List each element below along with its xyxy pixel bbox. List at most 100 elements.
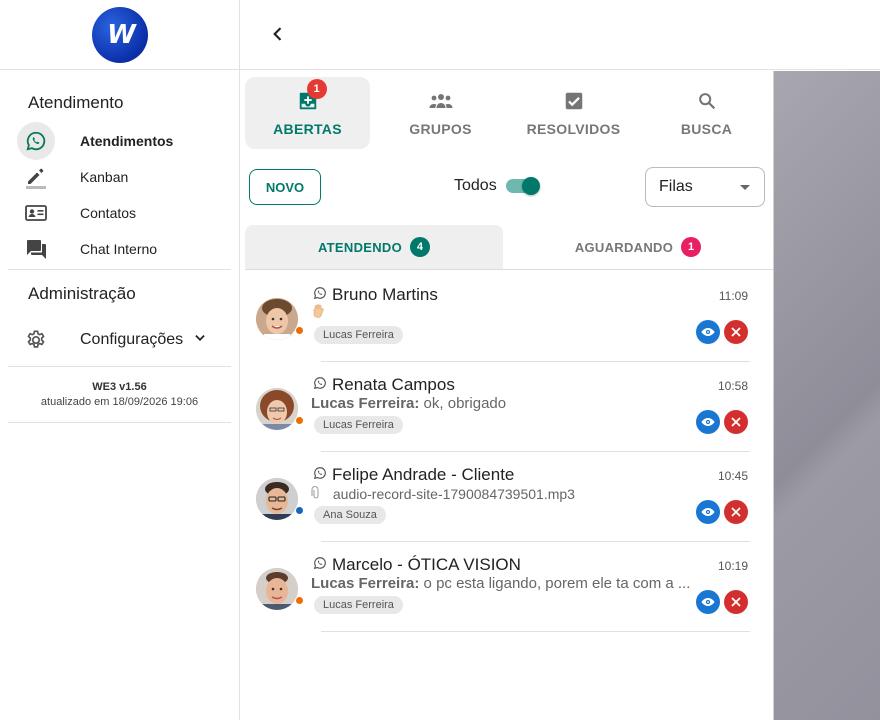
subtab-label: ATENDENDO bbox=[317, 239, 403, 255]
caret-down-icon bbox=[740, 185, 750, 190]
app-logo[interactable]: W bbox=[91, 6, 148, 63]
filas-value: Filas bbox=[659, 178, 693, 195]
tab-label: GRUPOS bbox=[409, 121, 472, 137]
contacts-icon bbox=[17, 195, 55, 231]
ticket-time: 10:58 bbox=[717, 379, 748, 393]
user-tag: Ana Souza bbox=[314, 506, 386, 524]
background-overlay bbox=[774, 71, 880, 720]
status-dot bbox=[295, 326, 304, 335]
tickets-panel: 1 ABERTAS GRUPOS RESOLVIDOS BUSCA NOVO T… bbox=[241, 71, 774, 720]
user-tag: Lucas Ferreira bbox=[314, 416, 403, 434]
ticket-item[interactable]: Felipe Andrade - Cliente 10:45 audio-rec… bbox=[241, 452, 774, 542]
sidebar-item-label: Atendimentos bbox=[80, 133, 174, 149]
sidebar-item-configuracoes[interactable]: Configurações bbox=[0, 322, 239, 358]
whatsapp-icon bbox=[313, 466, 327, 485]
tab-abertas[interactable]: 1 ABERTAS bbox=[245, 77, 370, 149]
hand-icon bbox=[311, 304, 325, 323]
close-icon[interactable] bbox=[724, 410, 748, 434]
avatar bbox=[256, 568, 298, 610]
contact-name: Marcelo - ÓTICA VISION bbox=[332, 555, 521, 574]
message-text: o pc esta ligando, porem ele ta com a ..… bbox=[419, 575, 691, 592]
contact-name: Bruno Martins bbox=[332, 285, 438, 304]
status-dot bbox=[295, 506, 304, 515]
count-badge: 4 bbox=[410, 237, 431, 257]
tab-grupos[interactable]: GRUPOS bbox=[378, 77, 503, 149]
version-label: WE3 v1.56 bbox=[92, 381, 147, 393]
message-text: ok, obrigado bbox=[419, 395, 507, 412]
section-title-atendimento: Atendimento bbox=[28, 93, 124, 112]
chevron-down-icon[interactable] bbox=[193, 331, 207, 350]
user-tag: Lucas Ferreira bbox=[314, 326, 403, 344]
sidebar-item-label: Kanban bbox=[80, 169, 129, 185]
top-bar bbox=[240, 0, 880, 70]
view-eye-icon[interactable] bbox=[696, 320, 720, 344]
count-badge: 1 bbox=[681, 237, 702, 257]
message-text: audio-record-site-1790084739501.mp3 bbox=[332, 486, 575, 502]
sidebar-item-label: Contatos bbox=[80, 205, 137, 221]
tab-badge: 1 bbox=[306, 79, 327, 99]
whatsapp-icon bbox=[313, 376, 327, 395]
ticket-time: 11:09 bbox=[718, 289, 748, 303]
avatar bbox=[256, 478, 298, 520]
version-info: WE3 v1.56 atualizado em 18/09/2026 19:06 bbox=[0, 371, 239, 408]
tab-aguardando[interactable]: AGUARDANDO 1 bbox=[503, 225, 773, 269]
ticket-item[interactable]: Bruno Martins 11:09 Lucas Ferreira bbox=[241, 272, 774, 362]
novo-button[interactable]: NOVO bbox=[249, 169, 321, 205]
todos-toggle[interactable] bbox=[506, 177, 540, 195]
config-label: Configurações bbox=[80, 331, 184, 348]
close-icon[interactable] bbox=[724, 500, 748, 524]
sidebar-item-kanban[interactable]: Kanban bbox=[0, 159, 239, 195]
ticket-time: 10:19 bbox=[717, 559, 748, 573]
close-icon[interactable] bbox=[724, 590, 748, 614]
divider bbox=[8, 269, 231, 270]
contact-name: Felipe Andrade - Cliente bbox=[332, 465, 515, 484]
last-message: Lucas Ferreira: ok, obrigado bbox=[311, 395, 506, 412]
tab-label: BUSCA bbox=[680, 121, 733, 137]
tab-label: RESOLVIDOS bbox=[526, 121, 621, 137]
ticket-item[interactable]: Marcelo - ÓTICA VISION 10:19 Lucas Ferre… bbox=[241, 542, 774, 632]
status-dot bbox=[295, 416, 304, 425]
last-message: audio-record-site-1790084739501.mp3 bbox=[311, 486, 575, 503]
pencil-icon bbox=[17, 159, 55, 195]
ticket-item[interactable]: Renata Campos 10:58 Lucas Ferreira: ok, … bbox=[241, 362, 774, 452]
message-sender: Lucas Ferreira: bbox=[311, 395, 420, 412]
view-eye-icon[interactable] bbox=[696, 500, 720, 524]
contact-name: Renata Campos bbox=[332, 375, 455, 394]
search-icon bbox=[696, 89, 718, 113]
todos-label: Todos bbox=[454, 177, 497, 194]
sidebar: W Atendimento Atendimentos Kanban Contat… bbox=[0, 0, 240, 720]
close-icon[interactable] bbox=[724, 320, 748, 344]
status-dot bbox=[295, 596, 304, 605]
user-tag: Lucas Ferreira bbox=[314, 596, 403, 614]
inbox-icon: 1 bbox=[297, 79, 327, 113]
tab-resolvidos[interactable]: RESOLVIDOS bbox=[511, 77, 636, 149]
logo-area: W bbox=[0, 0, 239, 70]
status-subtabs: ATENDENDO 4 AGUARDANDO 1 bbox=[245, 225, 773, 270]
ticket-time: 10:45 bbox=[717, 469, 748, 483]
tab-label: ABERTAS bbox=[273, 121, 342, 137]
sidebar-item-atendimentos[interactable]: Atendimentos bbox=[0, 122, 239, 160]
whatsapp-icon bbox=[313, 556, 327, 575]
tab-busca[interactable]: BUSCA bbox=[644, 77, 769, 149]
divider bbox=[8, 422, 231, 423]
sidebar-item-contatos[interactable]: Contatos bbox=[0, 195, 239, 231]
ticket-list: Bruno Martins 11:09 Lucas Ferreira Renat… bbox=[241, 272, 774, 632]
last-message bbox=[311, 303, 325, 323]
gear-icon bbox=[17, 322, 55, 358]
section-title-admin: Administração bbox=[28, 284, 136, 303]
sidebar-item-chat-interno[interactable]: Chat Interno bbox=[0, 231, 239, 267]
view-eye-icon[interactable] bbox=[696, 410, 720, 434]
back-arrow-icon[interactable] bbox=[268, 24, 288, 44]
avatar bbox=[256, 298, 298, 340]
subtab-label: AGUARDANDO bbox=[574, 239, 674, 255]
message-sender: Lucas Ferreira: bbox=[311, 575, 420, 592]
last-message: Lucas Ferreira: o pc esta ligando, porem… bbox=[311, 575, 690, 592]
divider bbox=[8, 366, 231, 367]
sidebar-item-label: Chat Interno bbox=[80, 241, 158, 257]
tab-atendendo[interactable]: ATENDENDO 4 bbox=[245, 225, 503, 269]
avatar bbox=[256, 388, 298, 430]
whatsapp-icon bbox=[17, 122, 55, 160]
ticket-tabs: 1 ABERTAS GRUPOS RESOLVIDOS BUSCA bbox=[245, 77, 770, 149]
view-eye-icon[interactable] bbox=[696, 590, 720, 614]
filas-select[interactable]: Filas bbox=[645, 167, 765, 207]
